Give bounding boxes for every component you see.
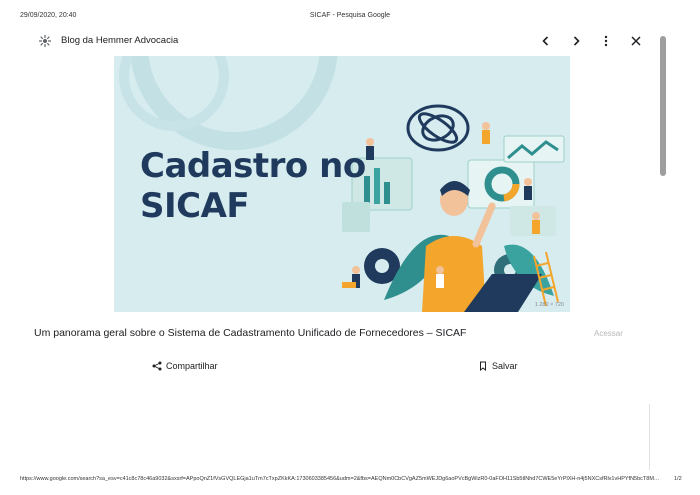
close-icon	[631, 36, 641, 46]
share-icon	[152, 361, 162, 371]
share-label: Compartilhar	[166, 361, 218, 371]
save-label: Salvar	[492, 361, 518, 371]
close-panel-button[interactable]	[625, 31, 647, 51]
next-image-button[interactable]	[565, 31, 587, 51]
print-url: https://www.google.com/search?sa_esv=c41…	[20, 476, 660, 482]
share-button[interactable]: Compartilhar	[152, 359, 218, 373]
print-title: SICAF - Pesquisa Google	[309, 12, 391, 19]
print-header: 29/09/2020, 20:40 SICAF - Pesquisa Googl…	[0, 12, 700, 24]
panel-divider	[649, 404, 650, 470]
chevron-left-icon	[542, 36, 549, 46]
site-favicon-icon	[38, 34, 52, 48]
previous-image-button[interactable]	[535, 31, 557, 51]
hero-title-line2: SICAF	[140, 186, 250, 226]
image-dimensions: 1.280 × 720	[534, 302, 564, 308]
chevron-right-icon	[573, 36, 580, 46]
image-panel-header: Blog da Hemmer Advocacia	[30, 30, 650, 52]
bookmark-icon	[480, 361, 486, 371]
image-caption[interactable]: Um panorama geral sobre o Sistema de Cad…	[34, 327, 466, 339]
print-footer: https://www.google.com/search?sa_esv=c41…	[0, 476, 700, 486]
vertical-scrollbar[interactable]	[660, 36, 666, 176]
more-options-button[interactable]	[595, 31, 617, 51]
print-page-number: 1/2	[674, 476, 682, 482]
save-button[interactable]: Salvar	[478, 359, 518, 373]
more-vert-icon	[604, 35, 608, 47]
hero-title-line1: Cadastro no	[140, 146, 366, 186]
source-site-link[interactable]: Blog da Hemmer Advocacia	[61, 35, 178, 46]
preview-image[interactable]: Cadastro no SICAF 1.280 × 720	[114, 56, 570, 312]
hero-title: Cadastro no SICAF	[140, 146, 366, 226]
visit-button[interactable]: Acessar	[594, 329, 623, 338]
